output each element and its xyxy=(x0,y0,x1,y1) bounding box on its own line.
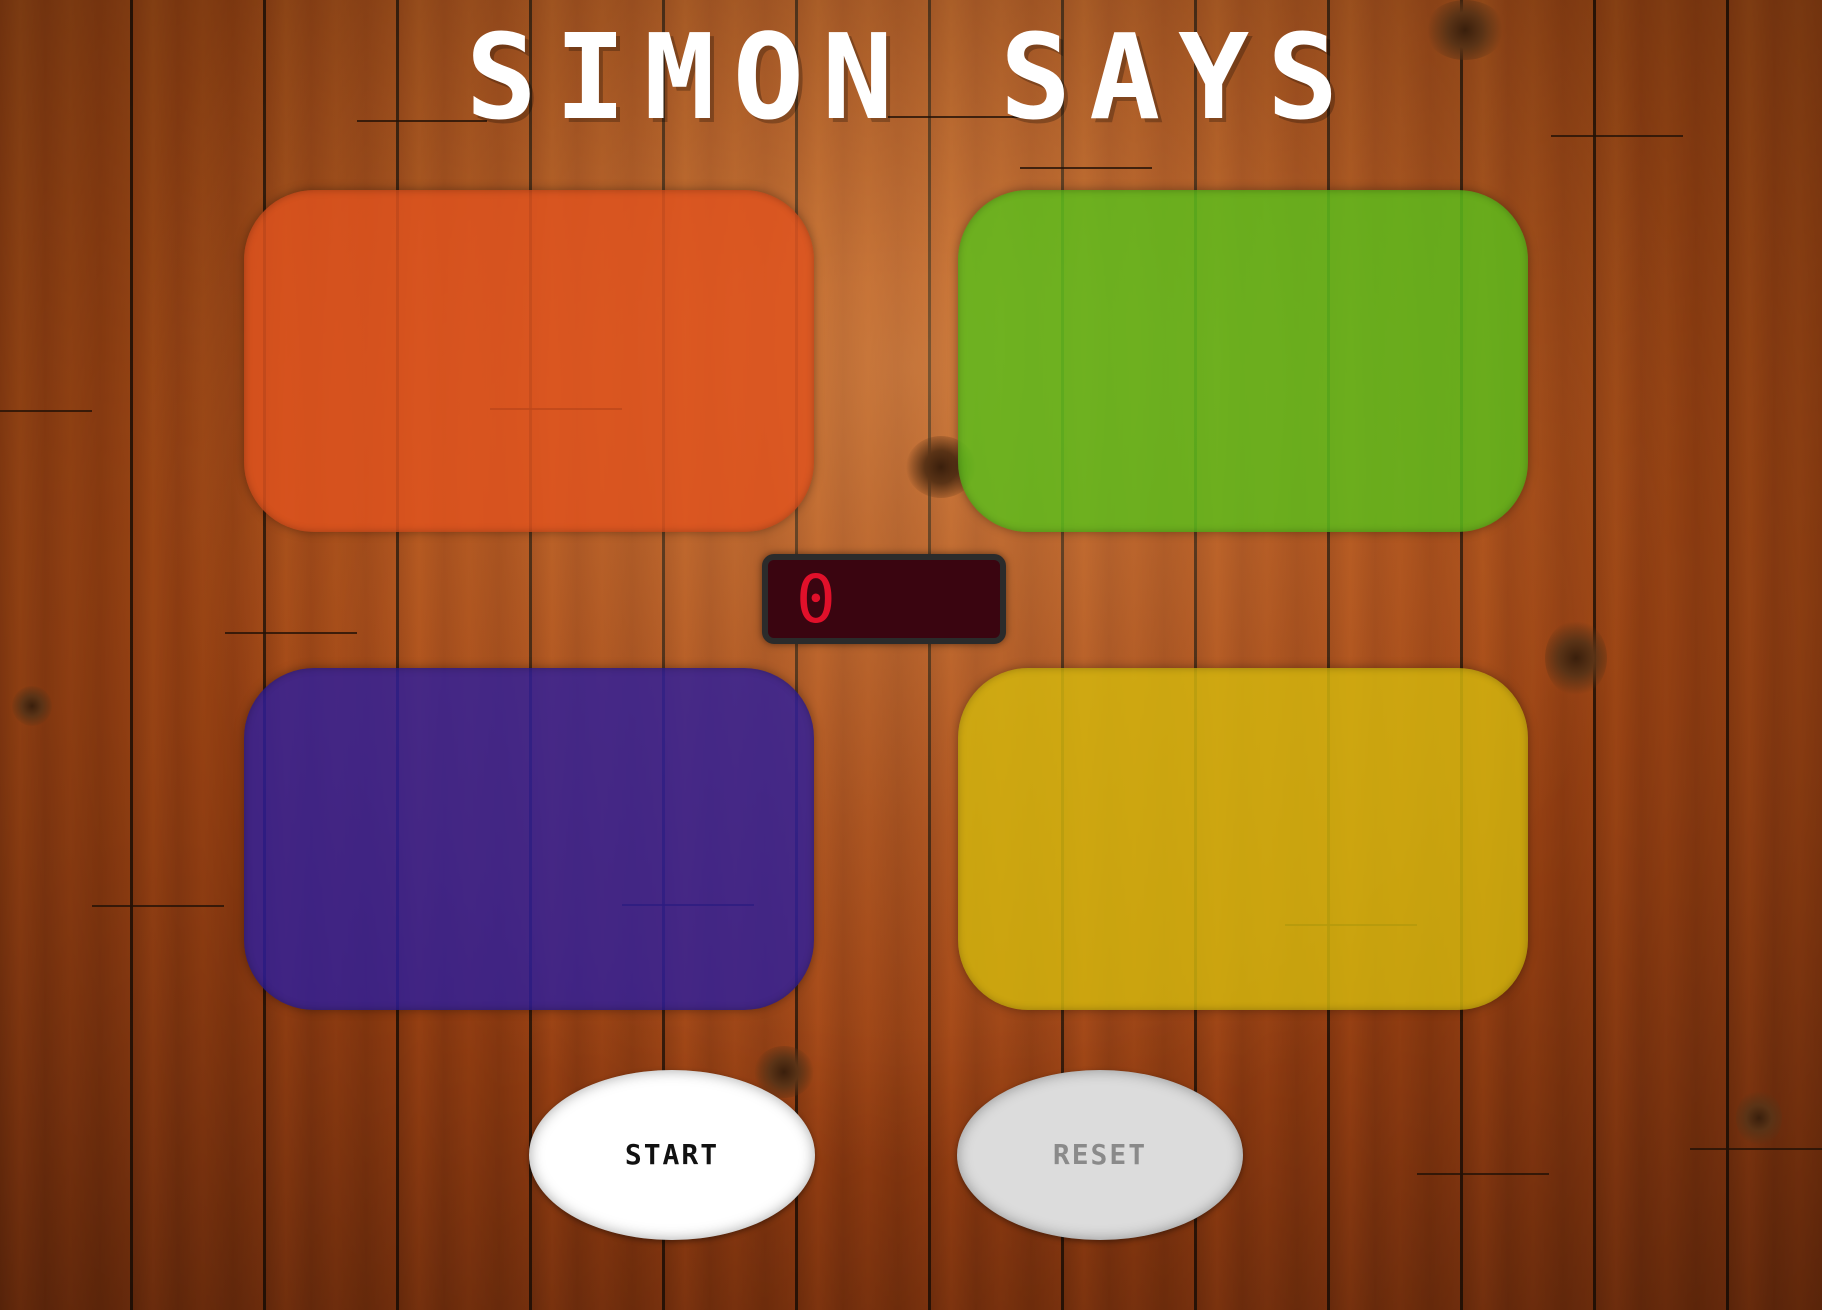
green-pad[interactable] xyxy=(958,190,1528,532)
red-pad[interactable] xyxy=(244,190,814,532)
start-button[interactable]: START xyxy=(529,1070,815,1240)
floor-seam xyxy=(1417,1173,1549,1175)
wood-knot xyxy=(12,686,52,726)
score-counter: 0 xyxy=(762,554,1006,644)
wood-knot xyxy=(1736,1090,1782,1146)
floor-seam xyxy=(225,632,357,634)
wood-knot xyxy=(1545,620,1607,696)
floor-seam xyxy=(1020,167,1152,169)
reset-button[interactable]: RESET xyxy=(957,1070,1243,1240)
yellow-pad[interactable] xyxy=(958,668,1528,1010)
score-value: 0 xyxy=(796,561,836,638)
blue-pad[interactable] xyxy=(244,668,814,1010)
floor-seam xyxy=(92,905,224,907)
game-title: SIMON SAYS xyxy=(465,8,1357,146)
floor-seam xyxy=(0,410,92,412)
floor-seam xyxy=(1690,1148,1822,1150)
